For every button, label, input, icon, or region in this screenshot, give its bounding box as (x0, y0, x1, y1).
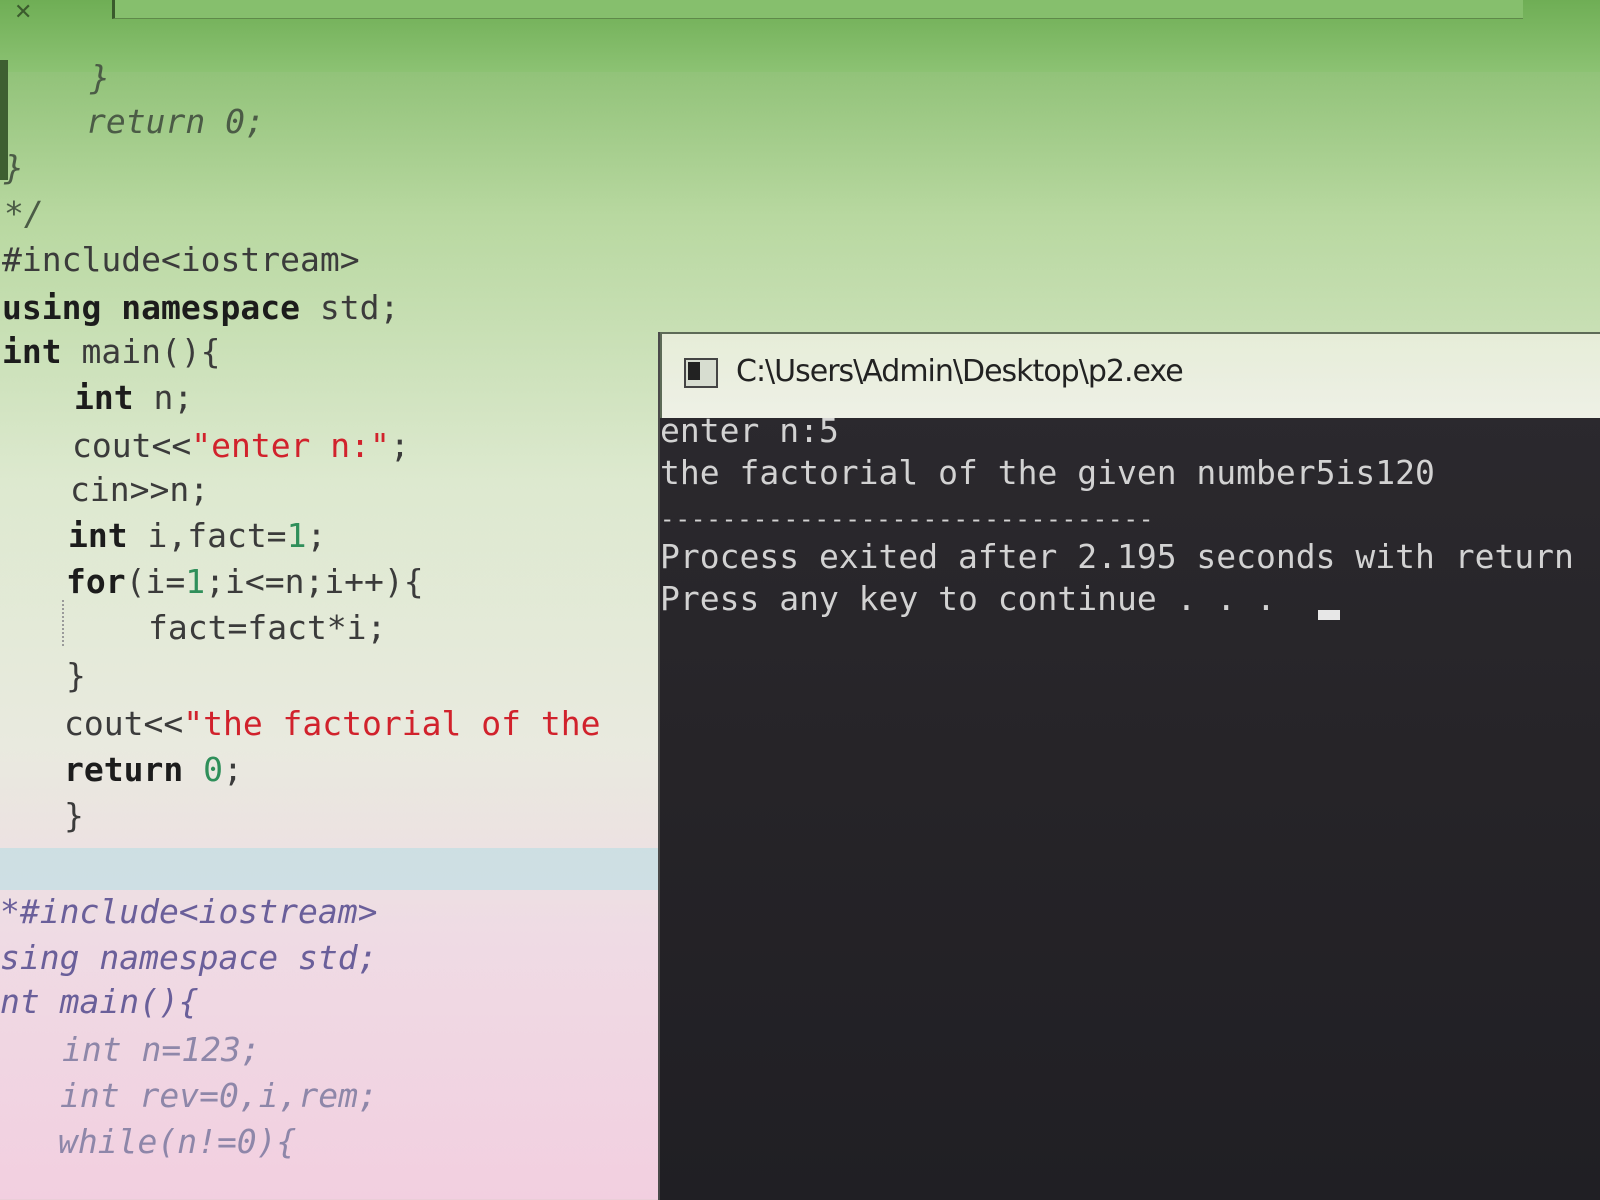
code-token: return (64, 750, 184, 789)
code-token: using (2, 288, 102, 327)
code-line: for(i=1;i<=n;i++){ (66, 560, 424, 604)
code-token: ; (389, 426, 410, 465)
indent-guide (62, 600, 64, 646)
code-line: } (90, 58, 110, 97)
code-line: } (66, 656, 86, 695)
console-separator: -------------------------------- (660, 505, 1155, 533)
code-token: 0 (183, 750, 223, 789)
code-line: fact=fact*i; (148, 608, 387, 647)
code-line: int rev=0,i,rem; (60, 1076, 378, 1115)
console-title: C:\Users\Admin\Desktop\p2.exe (736, 354, 1184, 389)
code-line: int i,fact=1; (68, 514, 326, 558)
code-token: ; (222, 750, 243, 789)
console-output-line: Process exited after 2.195 seconds with … (660, 537, 1574, 576)
code-line: return 0; (86, 102, 265, 141)
code-line: sing namespace std; (0, 938, 378, 977)
console-window[interactable]: C:\Users\Admin\Desktop\p2.exe enter n:5 … (660, 332, 1600, 1200)
code-line: } (64, 796, 84, 835)
code-line: cout<<"enter n:"; (72, 424, 410, 468)
code-token: i,fact= (127, 516, 287, 555)
console-output-line: Press any key to continue . . . (660, 579, 1276, 618)
code-token: 1 (286, 516, 307, 555)
code-line: cin>>n; (70, 470, 210, 509)
code-line: cout<<"the factorial of the (64, 702, 600, 746)
code-token: for (66, 562, 126, 601)
code-line: nt main(){ (0, 982, 199, 1021)
code-line: int main(){ (2, 330, 221, 374)
code-editor[interactable]: } return 0; } */ #include<iostream> usin… (0, 0, 660, 1200)
code-token: int (68, 516, 128, 555)
current-line-highlight (0, 848, 660, 890)
code-token: "the factorial of the (183, 704, 601, 743)
code-token: ; (306, 516, 327, 555)
code-token: ;i<=n;i++){ (205, 562, 424, 601)
console-title-bar[interactable]: C:\Users\Admin\Desktop\p2.exe (660, 332, 1600, 418)
console-output-line: enter n:5 (660, 411, 839, 450)
console-cursor (1318, 610, 1340, 620)
code-token: n; (133, 378, 194, 417)
code-line: int n; (74, 376, 193, 420)
code-line: return 0; (64, 748, 243, 792)
code-token: std; (300, 288, 400, 327)
code-token: cout<< (72, 426, 192, 465)
code-token: "enter n:" (191, 426, 390, 465)
code-line: #include<iostream> (2, 240, 360, 279)
code-token: main(){ (61, 332, 221, 371)
code-token: (i= (125, 562, 186, 601)
code-line: } (4, 148, 24, 187)
code-line: while(n!=0){ (58, 1122, 297, 1161)
code-line: */ (4, 194, 44, 233)
code-token: namespace (101, 288, 301, 327)
code-line: using namespace std; (2, 286, 399, 330)
code-token: int (74, 378, 134, 417)
console-output-line: the factorial of the given number5is120 (660, 453, 1435, 492)
code-line: *#include<iostream> (0, 892, 378, 931)
code-line: int n=123; (62, 1030, 261, 1069)
code-token: 1 (185, 562, 206, 601)
code-token: cout<< (64, 704, 184, 743)
code-token: int (2, 332, 62, 371)
console-app-icon (684, 358, 718, 388)
